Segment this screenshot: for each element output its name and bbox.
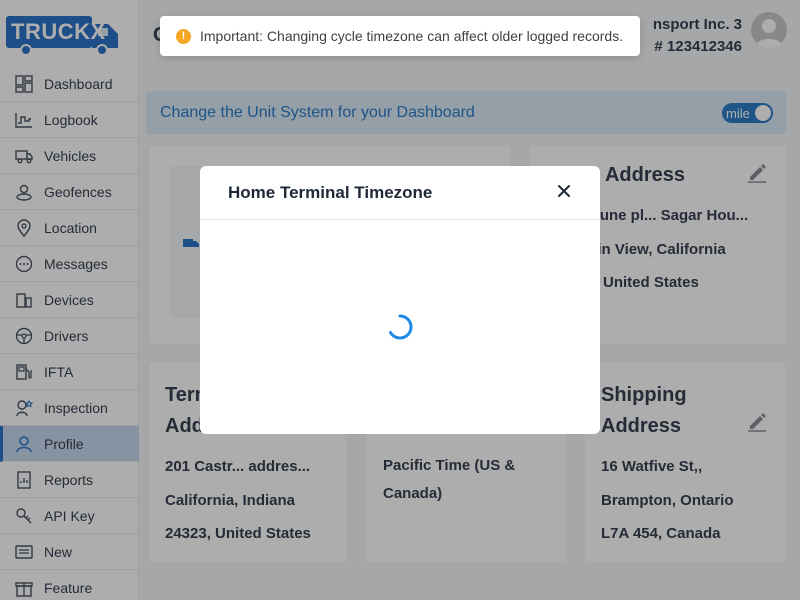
close-icon[interactable]: [556, 183, 572, 199]
warning-toast: ! Important: Changing cycle timezone can…: [160, 16, 640, 56]
modal-header: Home Terminal Timezone: [200, 166, 600, 220]
timezone-modal: Home Terminal Timezone: [200, 166, 600, 434]
loading-spinner-icon: [389, 314, 413, 340]
warning-icon: !: [176, 28, 191, 44]
modal-title: Home Terminal Timezone: [228, 182, 433, 202]
toast-message: Important: Changing cycle timezone can a…: [200, 28, 624, 44]
